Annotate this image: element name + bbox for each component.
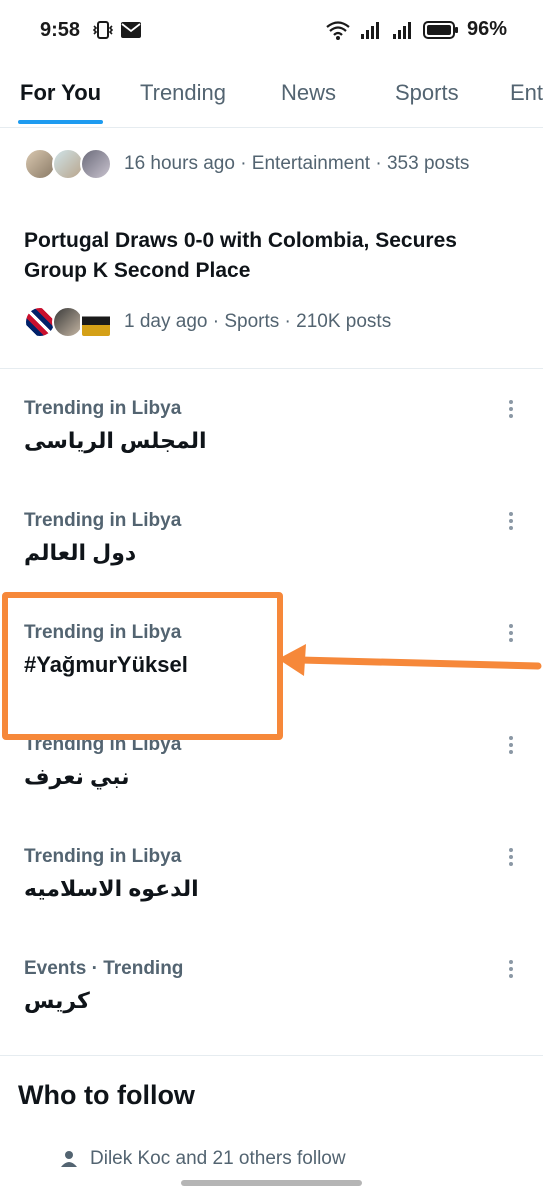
trend-item[interactable]: Events · Trending كريس [0, 958, 543, 1070]
trend-context: Trending in Libya [24, 510, 182, 531]
trend-name: كريس [24, 988, 90, 1013]
tab-news[interactable]: News [281, 80, 336, 106]
active-tab-indicator [18, 120, 103, 124]
trend-context: Trending in Libya [24, 398, 182, 419]
avatar-stack [24, 304, 116, 340]
tab-trending[interactable]: Trending [140, 80, 226, 106]
trend-item[interactable]: Trending in Libya الدعوه الاسلاميه [0, 846, 543, 958]
mail-icon [121, 22, 141, 38]
avatar [80, 148, 112, 180]
more-options-icon[interactable] [501, 958, 521, 980]
person-icon [61, 1151, 77, 1167]
news-meta: 1 day ago · Sports · 210K posts [124, 311, 392, 332]
news-meta-row[interactable]: 1 day ago · Sports · 210K posts [24, 304, 391, 340]
trend-name: نبي نعرف [24, 764, 130, 789]
follow-social-context: Dilek Koc and 21 others follow [60, 1148, 346, 1170]
trend-name: الدعوه الاسلاميه [24, 876, 199, 901]
news-meta: 16 hours ago · Entertainment · 353 posts [124, 153, 470, 174]
trend-name: دول العالم [24, 540, 137, 565]
more-options-icon[interactable] [501, 510, 521, 532]
news-headline[interactable]: Portugal Draws 0-0 with Colombia, Secure… [24, 226, 514, 286]
battery-icon [422, 20, 458, 39]
explore-tabs: For You Trending News Sports Ent [0, 62, 543, 128]
trend-name: المجلس الرياسى [24, 428, 207, 453]
home-indicator[interactable] [181, 1180, 362, 1186]
more-options-icon[interactable] [501, 398, 521, 420]
status-right: 96% [325, 18, 507, 41]
section-divider [0, 1055, 543, 1056]
news-meta-row[interactable]: 16 hours ago · Entertainment · 353 posts [24, 146, 469, 182]
section-divider [0, 368, 543, 369]
trend-context: Trending in Libya [24, 846, 182, 867]
status-left-icons [92, 20, 142, 40]
annotation-arrow-icon [278, 644, 542, 676]
more-options-icon[interactable] [501, 734, 521, 756]
signal-icon [360, 21, 379, 39]
status-bar: 9:58 96% [0, 0, 543, 62]
trend-item[interactable]: Trending in Libya المجلس الرياسى [0, 398, 543, 510]
more-options-icon[interactable] [501, 846, 521, 868]
wifi-icon [326, 20, 350, 40]
trend-context: Events · Trending [24, 958, 184, 979]
tab-entertainment[interactable]: Ent [510, 80, 543, 106]
club-badge-avatar [80, 306, 112, 338]
avatar-stack [24, 146, 116, 182]
follow-context-text: Dilek Koc and 21 others follow [90, 1148, 346, 1169]
signal-icon-2 [392, 21, 411, 39]
annotation-highlight-box [2, 592, 283, 740]
status-time: 9:58 [40, 19, 81, 41]
tab-for-you[interactable]: For You [20, 80, 101, 106]
battery-percent: 96% [466, 18, 507, 40]
who-to-follow-title: Who to follow [18, 1080, 195, 1110]
vibrate-icon [92, 21, 114, 39]
trend-item[interactable]: Trending in Libya نبي نعرف [0, 734, 543, 846]
tab-sports[interactable]: Sports [395, 80, 459, 106]
